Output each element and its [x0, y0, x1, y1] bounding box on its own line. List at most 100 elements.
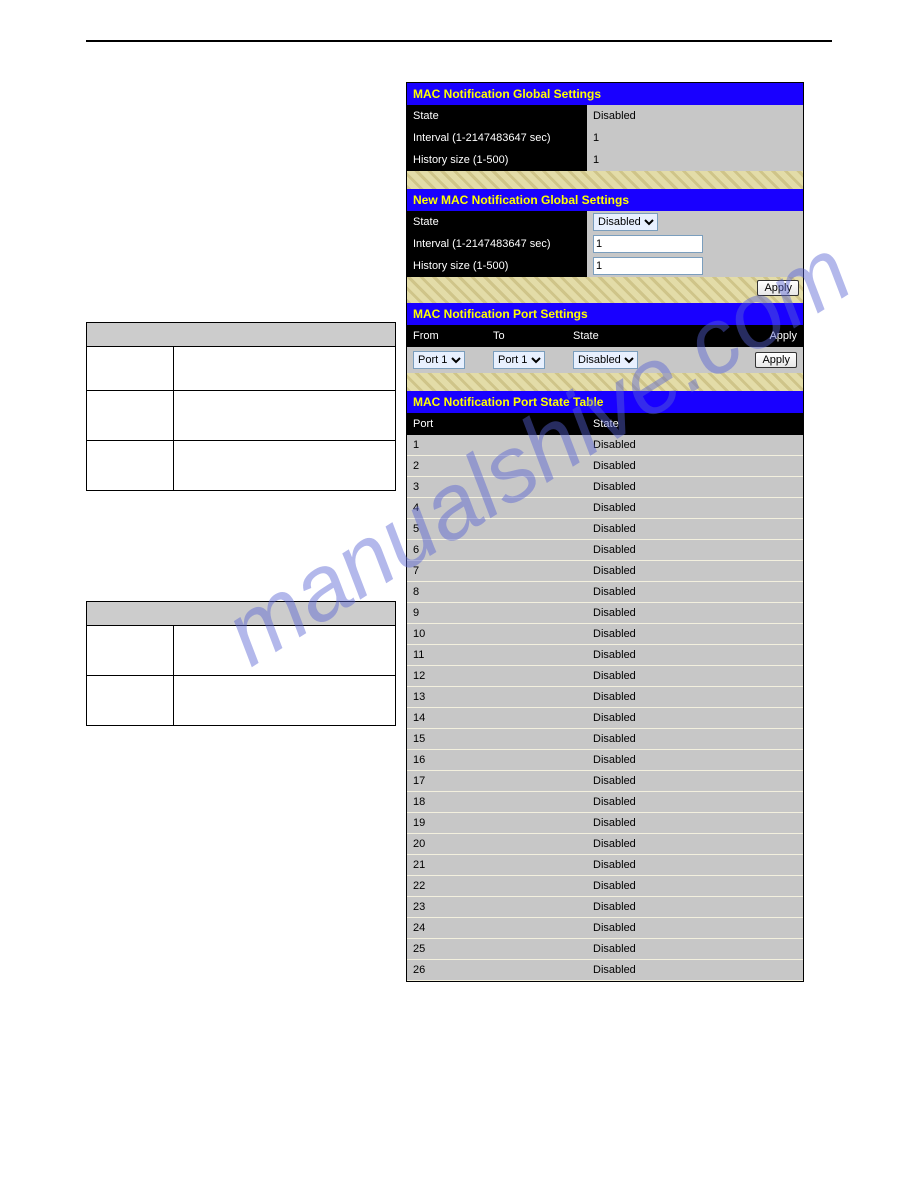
doc-table-1-r2c1	[87, 391, 174, 441]
table-row: 13Disabled	[407, 687, 803, 708]
state-cell: Disabled	[587, 750, 803, 770]
port-cell: 8	[407, 582, 587, 602]
port-cell: 22	[407, 876, 587, 896]
state-cell: Disabled	[587, 876, 803, 896]
port-cell: 16	[407, 750, 587, 770]
table-row: 11Disabled	[407, 645, 803, 666]
table-row: 10Disabled	[407, 624, 803, 645]
state-cell: Disabled	[587, 561, 803, 581]
state-cell: Disabled	[587, 687, 803, 707]
table-row: 17Disabled	[407, 771, 803, 792]
port-cell: 5	[407, 519, 587, 539]
table-row: 21Disabled	[407, 855, 803, 876]
ps-state-label: State	[567, 325, 753, 347]
ps-to-label: To	[487, 325, 567, 347]
port-cell: 3	[407, 477, 587, 497]
doc-table-1-r1c1	[87, 347, 174, 391]
port-cell: 7	[407, 561, 587, 581]
port-cell: 19	[407, 813, 587, 833]
port-cell: 4	[407, 498, 587, 518]
doc-table-2-r1c2	[173, 626, 395, 676]
ps-to-select[interactable]: Port 1	[493, 351, 545, 369]
port-cell: 14	[407, 708, 587, 728]
panel-divider-2	[407, 373, 803, 391]
state-cell: Disabled	[587, 813, 803, 833]
table-row: 9Disabled	[407, 603, 803, 624]
table-row: 6Disabled	[407, 540, 803, 561]
port-cell: 10	[407, 624, 587, 644]
doc-table-1-r1c2	[173, 347, 395, 391]
state-table-col-state: State	[587, 413, 803, 435]
port-cell: 20	[407, 834, 587, 854]
table-row: 22Disabled	[407, 876, 803, 897]
left-column	[86, 82, 396, 836]
port-cell: 12	[407, 666, 587, 686]
port-cell: 26	[407, 960, 587, 980]
new-global-interval-input[interactable]	[593, 235, 703, 253]
global-interval-value: 1	[587, 127, 803, 149]
port-cell: 17	[407, 771, 587, 791]
new-global-settings-header: New MAC Notification Global Settings	[407, 189, 803, 211]
doc-table-2-r1c1	[87, 626, 174, 676]
state-cell: Disabled	[587, 540, 803, 560]
state-cell: Disabled	[587, 582, 803, 602]
state-cell: Disabled	[587, 498, 803, 518]
ps-apply-button[interactable]: Apply	[755, 352, 797, 368]
doc-table-2-r2c1	[87, 676, 174, 726]
port-settings-header: MAC Notification Port Settings	[407, 303, 803, 325]
settings-panel: MAC Notification Global Settings State D…	[406, 82, 804, 982]
panel-divider	[407, 171, 803, 189]
new-global-interval-label: Interval (1-2147483647 sec)	[407, 233, 587, 255]
table-row: 4Disabled	[407, 498, 803, 519]
table-row: 16Disabled	[407, 750, 803, 771]
port-cell: 11	[407, 645, 587, 665]
state-cell: Disabled	[587, 792, 803, 812]
port-cell: 13	[407, 687, 587, 707]
table-row: 15Disabled	[407, 729, 803, 750]
doc-table-1	[86, 322, 396, 491]
new-global-state-select[interactable]: Disabled	[593, 213, 658, 231]
table-row: 8Disabled	[407, 582, 803, 603]
global-state-value: Disabled	[587, 105, 803, 127]
state-cell: Disabled	[587, 855, 803, 875]
new-global-state-label: State	[407, 211, 587, 233]
port-cell: 1	[407, 435, 587, 455]
new-global-apply-button[interactable]: Apply	[757, 280, 799, 296]
state-cell: Disabled	[587, 918, 803, 938]
ps-apply-label: Apply	[753, 325, 803, 347]
state-cell: Disabled	[587, 960, 803, 980]
port-cell: 9	[407, 603, 587, 623]
state-cell: Disabled	[587, 834, 803, 854]
table-row: 12Disabled	[407, 666, 803, 687]
state-cell: Disabled	[587, 456, 803, 476]
doc-table-1-r3c1	[87, 441, 174, 491]
doc-table-1-r2c2	[173, 391, 395, 441]
state-table-col-port: Port	[407, 413, 587, 435]
state-cell: Disabled	[587, 519, 803, 539]
doc-table-2-header	[87, 602, 396, 626]
state-cell: Disabled	[587, 645, 803, 665]
global-state-label: State	[407, 105, 587, 127]
state-cell: Disabled	[587, 666, 803, 686]
state-table-header: MAC Notification Port State Table	[407, 391, 803, 413]
page-divider	[86, 40, 832, 42]
port-cell: 18	[407, 792, 587, 812]
state-cell: Disabled	[587, 435, 803, 455]
ps-from-select[interactable]: Port 1	[413, 351, 465, 369]
port-cell: 21	[407, 855, 587, 875]
ps-state-select[interactable]: Disabled	[573, 351, 638, 369]
table-row: 3Disabled	[407, 477, 803, 498]
table-row: 23Disabled	[407, 897, 803, 918]
global-settings-header: MAC Notification Global Settings	[407, 83, 803, 105]
new-global-history-label: History size (1-500)	[407, 255, 587, 277]
global-history-value: 1	[587, 149, 803, 171]
state-cell: Disabled	[587, 897, 803, 917]
port-cell: 15	[407, 729, 587, 749]
port-cell: 6	[407, 540, 587, 560]
table-row: 25Disabled	[407, 939, 803, 960]
table-row: 2Disabled	[407, 456, 803, 477]
table-row: 14Disabled	[407, 708, 803, 729]
table-row: 26Disabled	[407, 960, 803, 981]
port-cell: 24	[407, 918, 587, 938]
new-global-history-input[interactable]	[593, 257, 703, 275]
